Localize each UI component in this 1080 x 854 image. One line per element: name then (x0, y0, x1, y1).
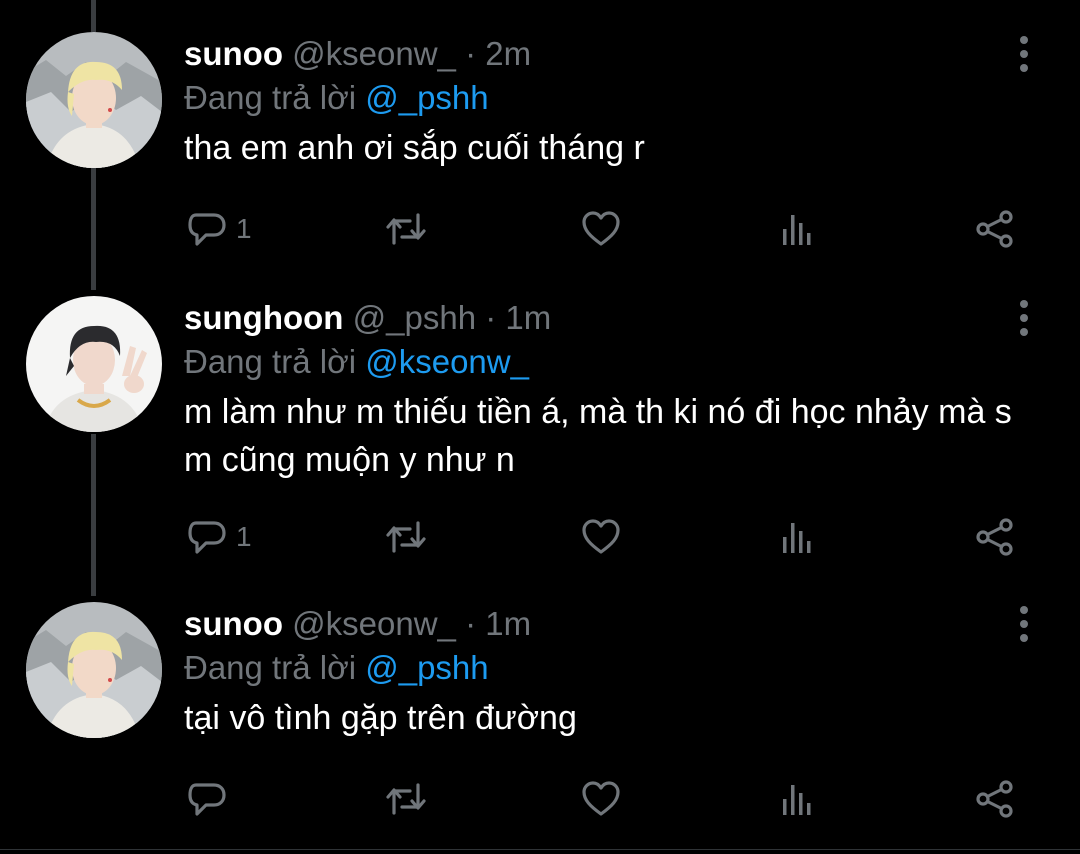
reply-button[interactable]: 1 (186, 204, 252, 254)
like-button[interactable] (580, 512, 622, 562)
user-handle[interactable]: @kseonw_ (292, 605, 456, 642)
like-icon (582, 211, 620, 246)
separator: · (465, 605, 477, 642)
blonde-person-avatar-image (26, 602, 162, 738)
user-handle[interactable]: @_pshh (353, 299, 476, 336)
timestamp[interactable]: 1m (485, 605, 531, 642)
display-name[interactable]: sunoo (184, 35, 283, 72)
analytics-button[interactable] (780, 512, 816, 562)
avatar[interactable] (26, 602, 162, 738)
more-options-icon (1020, 36, 1028, 72)
retweet-icon (386, 783, 426, 815)
action-bar: 1 (0, 512, 1080, 562)
separator: · (485, 299, 497, 336)
replying-to: Đang trả lời @_pshh (184, 76, 489, 120)
retweet-button[interactable] (384, 774, 428, 824)
timestamp[interactable]: 1m (505, 299, 551, 336)
display-name[interactable]: sunoo (184, 605, 283, 642)
reply-icon (188, 213, 226, 246)
replying-prefix: Đang trả lời (184, 649, 357, 686)
display-name[interactable]: sunghoon (184, 299, 343, 336)
retweet-button[interactable] (384, 512, 428, 562)
replying-prefix: Đang trả lời (184, 343, 357, 380)
share-button[interactable] (974, 774, 1016, 824)
tweet-header: sunoo @kseonw_ · 1m (184, 602, 531, 646)
like-button[interactable] (580, 774, 622, 824)
reply-count: 1 (236, 521, 252, 552)
user-handle[interactable]: @kseonw_ (292, 35, 456, 72)
like-icon (582, 781, 620, 816)
mention-link[interactable]: @kseonw_ (365, 343, 529, 380)
like-icon (582, 519, 620, 554)
like-button[interactable] (580, 204, 622, 254)
more-options-button[interactable] (1010, 34, 1038, 74)
retweet-icon (386, 521, 426, 553)
tweet-header: sunghoon @_pshh · 1m (184, 296, 551, 340)
replying-to: Đang trả lời @kseonw_ (184, 340, 529, 384)
dark-hair-peace-sign-avatar-image (26, 296, 162, 432)
tweet-text: m làm như m thiếu tiền á, mà th ki nó đi… (184, 393, 1012, 479)
reply-button[interactable]: 1 (186, 512, 252, 562)
reply-icon (188, 783, 226, 816)
avatar[interactable] (26, 32, 162, 168)
blonde-person-avatar-image (26, 32, 162, 168)
divider (0, 849, 1080, 850)
tweet-header: sunoo @kseonw_ · 2m (184, 32, 531, 76)
share-button[interactable] (974, 204, 1016, 254)
analytics-button[interactable] (780, 774, 816, 824)
analytics-button[interactable] (780, 204, 816, 254)
separator: · (465, 35, 477, 72)
tweet-text: tha em anh ơi sắp cuối tháng r (184, 129, 645, 167)
more-options-button[interactable] (1010, 298, 1038, 338)
share-icon (976, 780, 1013, 818)
reply-count: 1 (236, 213, 252, 244)
more-options-icon (1020, 300, 1028, 336)
more-options-button[interactable] (1010, 604, 1038, 644)
replying-prefix: Đang trả lời (184, 79, 357, 116)
reply-icon (188, 521, 226, 554)
analytics-icon (783, 215, 811, 245)
timestamp[interactable]: 2m (485, 35, 531, 72)
replying-to: Đang trả lời @_pshh (184, 646, 489, 690)
reply-button[interactable] (186, 774, 236, 824)
share-icon (976, 518, 1013, 556)
share-button[interactable] (974, 512, 1016, 562)
action-bar: 1 (0, 204, 1080, 254)
tweet-text: tại vô tình gặp trên đường (184, 699, 577, 737)
mention-link[interactable]: @_pshh (365, 649, 488, 686)
more-options-icon (1020, 606, 1028, 642)
mention-link[interactable]: @_pshh (365, 79, 488, 116)
analytics-icon (783, 785, 811, 815)
action-bar (0, 774, 1080, 824)
retweet-button[interactable] (384, 204, 428, 254)
retweet-icon (386, 213, 426, 245)
share-icon (976, 210, 1013, 248)
avatar[interactable] (26, 296, 162, 432)
thread-line (91, 0, 96, 32)
analytics-icon (783, 523, 811, 553)
